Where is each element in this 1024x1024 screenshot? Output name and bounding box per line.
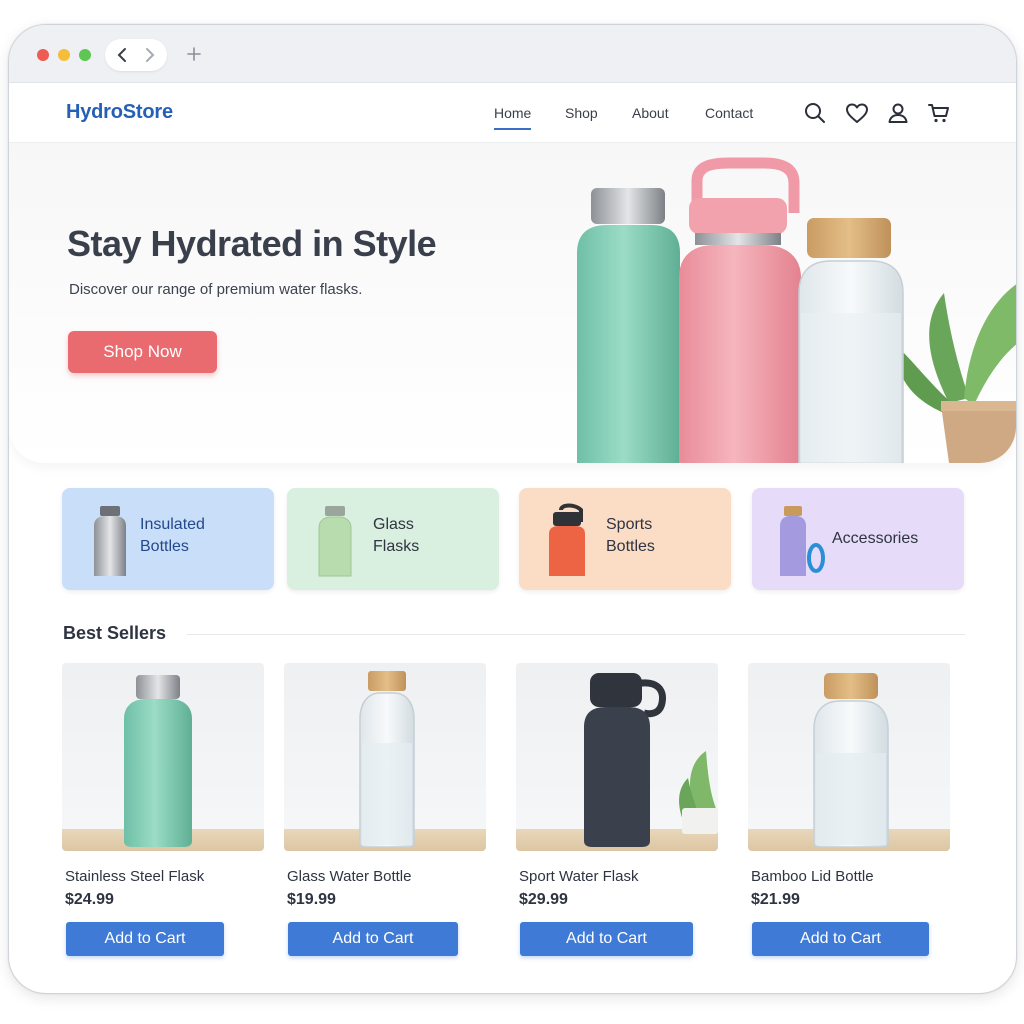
product-card[interactable]: Glass Water Bottle $19.99 Add to Cart: [284, 663, 498, 956]
category-label: Glass Flasks: [373, 516, 420, 555]
category-glass-flasks[interactable]: Glass Flasks: [287, 488, 499, 590]
add-to-cart-button[interactable]: Add to Cart: [66, 922, 224, 956]
stainless-flask-image: [124, 675, 192, 847]
hero-title: Stay Hydrated in Style: [67, 223, 437, 264]
product-card[interactable]: Bamboo Lid Bottle $21.99 Add to Cart: [748, 663, 962, 956]
hero-banner: Stay Hydrated in Style Discover our rang…: [9, 143, 1016, 463]
add-to-cart-button[interactable]: Add to Cart: [520, 922, 693, 956]
category-label: Accessories: [832, 530, 919, 547]
plant-decoration: [898, 284, 1016, 463]
nav-about[interactable]: About: [632, 105, 669, 121]
insulated-bottle-icon: [94, 506, 126, 576]
product-name: Bamboo Lid Bottle: [751, 868, 874, 885]
add-to-cart-button[interactable]: Add to Cart: [288, 922, 458, 956]
green-insulated-bottle: [577, 188, 680, 463]
minimize-window-button[interactable]: [58, 49, 70, 61]
accessories-icon: [780, 506, 825, 576]
glass-water-bottle-image: [359, 671, 415, 848]
history-nav: [105, 39, 167, 71]
product-price: $21.99: [751, 891, 800, 908]
browser-window: HydroStore Home Shop About Contact Stay …: [8, 24, 1017, 994]
maximize-window-button[interactable]: [79, 49, 91, 61]
pink-handle-bottle: [679, 157, 801, 463]
sports-bottle-icon: [549, 503, 585, 576]
site-logo[interactable]: HydroStore: [66, 101, 173, 124]
product-name: Glass Water Bottle: [287, 868, 412, 885]
glass-flask-icon: [318, 506, 352, 577]
user-icon[interactable]: [886, 101, 910, 125]
new-tab-plus-icon[interactable]: [187, 47, 201, 61]
close-window-button[interactable]: [37, 49, 49, 61]
product-card[interactable]: Stainless Steel Flask $24.99 Add to Cart: [62, 663, 276, 956]
product-image[interactable]: [62, 663, 264, 851]
product-image[interactable]: [516, 663, 718, 851]
product-price: $19.99: [287, 891, 336, 908]
chevron-left-icon[interactable]: [115, 47, 131, 63]
section-divider: [187, 634, 965, 635]
hero-bottles-image: [577, 157, 1016, 463]
search-icon[interactable]: [803, 101, 827, 125]
nav-home[interactable]: Home: [494, 105, 532, 130]
product-name: Stainless Steel Flask: [65, 868, 205, 885]
product-name: Sport Water Flask: [519, 868, 639, 885]
category-accessories[interactable]: Accessories: [752, 488, 964, 590]
product-price: $24.99: [65, 891, 114, 908]
glass-bamboo-bottle: [798, 218, 904, 463]
product-card[interactable]: Sport Water Flask $29.99 Add to Cart: [516, 663, 730, 956]
nav-shop[interactable]: Shop: [565, 105, 598, 121]
bamboo-lid-bottle-image: [813, 673, 889, 848]
hero-subtitle: Discover our range of premium water flas…: [69, 281, 363, 298]
category-insulated-bottles[interactable]: Insulated Bottles: [62, 488, 274, 590]
category-sports-bottles[interactable]: Sports Bottles: [519, 488, 731, 590]
product-image[interactable]: [284, 663, 486, 851]
nav-contact[interactable]: Contact: [705, 105, 753, 121]
product-price: $29.99: [519, 891, 568, 908]
category-label: Insulated Bottles: [140, 516, 205, 555]
category-label: Sports Bottles: [606, 516, 655, 555]
sport-water-flask-image: [584, 673, 718, 847]
shop-now-button[interactable]: Shop Now: [68, 331, 217, 373]
site-header: HydroStore Home Shop About Contact: [9, 83, 1016, 143]
cart-icon[interactable]: [927, 101, 951, 125]
best-sellers-title: Best Sellers: [63, 623, 167, 643]
chevron-right-icon[interactable]: [141, 47, 157, 63]
heart-icon[interactable]: [845, 101, 869, 125]
browser-toolbar: [9, 25, 1016, 83]
add-to-cart-button[interactable]: Add to Cart: [752, 922, 929, 956]
product-image[interactable]: [748, 663, 950, 851]
